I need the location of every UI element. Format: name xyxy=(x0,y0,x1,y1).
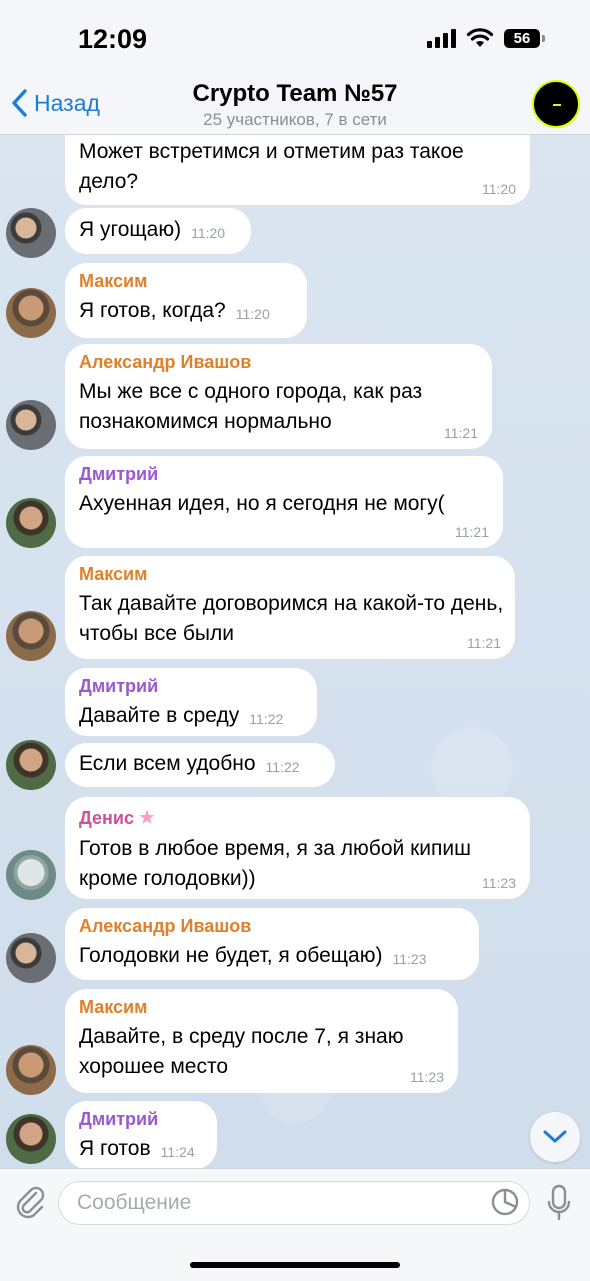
message-bubble[interactable]: Если всем удобно 11:22 xyxy=(65,743,335,787)
chevron-down-icon xyxy=(543,1130,567,1143)
message-text: Готов в любое время, я за любой кипиш кр… xyxy=(79,837,471,890)
battery-icon: 56 xyxy=(504,28,545,48)
message-time: 11:21 xyxy=(444,425,478,441)
message-text: Мы же все с одного города, как раз позна… xyxy=(79,380,423,433)
avatar[interactable] xyxy=(6,933,56,983)
chat-header: 12:09 56 Назад Crypto Team №57 25 участн… xyxy=(0,0,590,135)
sender-name[interactable]: Александр Ивашов xyxy=(79,352,478,373)
sender-name[interactable]: Дмитрий xyxy=(79,676,303,697)
message-bubble[interactable]: Денис ★ Готов в любое время, я за любой к… xyxy=(65,797,530,899)
avatar[interactable] xyxy=(6,208,56,258)
message-text: Давайте, в среду после 7, я знаю хорошее… xyxy=(79,1025,404,1078)
message-time: 11:21 xyxy=(467,635,501,651)
avatar[interactable] xyxy=(6,1045,56,1095)
message-time: 11:23 xyxy=(482,875,516,891)
paperclip-icon[interactable] xyxy=(14,1183,46,1219)
message-time: 11:23 xyxy=(392,951,427,967)
message-time: 11:24 xyxy=(160,1144,195,1160)
message-time: 11:22 xyxy=(265,759,300,775)
message-bubble[interactable]: Может встретимся и отметим раз такое дел… xyxy=(65,131,530,205)
avatar[interactable] xyxy=(6,850,56,900)
scroll-down-button[interactable] xyxy=(530,1112,580,1162)
message-bubble[interactable]: Максим Давайте, в среду после 7, я знаю … xyxy=(65,989,458,1093)
message-bubble[interactable]: Александр Ивашов Мы же все с одного горо… xyxy=(65,344,492,449)
status-time: 12:09 xyxy=(78,24,148,54)
message-text: Я угощаю) xyxy=(79,218,182,241)
avatar[interactable] xyxy=(6,1114,56,1164)
status-icons: 56 xyxy=(427,28,545,48)
message-time: 11:20 xyxy=(482,181,516,197)
microphone-icon[interactable] xyxy=(546,1183,572,1223)
message-text: Голодовки не будет, я обещаю) xyxy=(79,944,383,967)
sender-name[interactable]: Денис ★ xyxy=(79,805,516,830)
message-list: Может встретимся и отметим раз такое дел… xyxy=(0,0,590,1280)
signal-icon xyxy=(427,28,456,48)
sender-name[interactable]: Дмитрий xyxy=(79,464,489,485)
group-avatar[interactable] xyxy=(532,80,580,128)
chat-title: Crypto Team №57 xyxy=(192,80,398,107)
sticker-icon[interactable] xyxy=(490,1187,520,1217)
message-time: 11:20 xyxy=(191,225,226,241)
message-time: 11:22 xyxy=(249,711,284,727)
message-text: Давайте в среду xyxy=(79,704,240,727)
sender-name[interactable]: Дмитрий xyxy=(79,1109,203,1130)
message-bubble[interactable]: Дмитрий Я готов 11:24 xyxy=(65,1101,217,1169)
message-bubble[interactable]: Я угощаю) 11:20 xyxy=(65,208,251,254)
home-indicator xyxy=(190,1262,400,1268)
sender-name[interactable]: Максим xyxy=(79,564,501,585)
message-bubble[interactable]: Дмитрий Давайте в среду 11:22 xyxy=(65,668,317,736)
star-icon: ★ xyxy=(138,807,156,829)
avatar[interactable] xyxy=(6,288,56,338)
message-text: Если всем удобно xyxy=(79,752,256,775)
message-time: 11:21 xyxy=(455,524,489,540)
message-text: Так давайте договоримся на какой-то день… xyxy=(79,592,504,645)
sender-name[interactable]: Максим xyxy=(79,271,293,292)
avatar[interactable] xyxy=(6,400,56,450)
chat-title-block[interactable]: Crypto Team №57 25 участников, 7 в сети xyxy=(0,80,590,130)
message-time: 11:23 xyxy=(410,1069,444,1085)
message-bubble[interactable]: Дмитрий Ахуенная идея, но я сегодня не м… xyxy=(65,456,503,548)
message-bubble[interactable]: Максим Я готов, когда? 11:20 xyxy=(65,263,307,338)
wifi-icon xyxy=(466,28,494,47)
avatar[interactable] xyxy=(6,498,56,548)
sender-name[interactable]: Максим xyxy=(79,997,444,1018)
message-text: Я готов xyxy=(79,1137,151,1160)
message-input[interactable]: Сообщение xyxy=(58,1181,530,1225)
message-bubble[interactable]: Александр Ивашов Голодовки не будет, я о… xyxy=(65,908,479,980)
message-text: Может встретимся и отметим раз такое дел… xyxy=(79,140,464,193)
message-text: Ахуенная идея, но я сегодня не могу( xyxy=(79,492,445,515)
sender-name-text: Денис xyxy=(79,808,135,828)
sender-name[interactable]: Александр Ивашов xyxy=(79,916,465,937)
message-text: Я готов, когда? xyxy=(79,299,226,322)
avatar[interactable] xyxy=(6,611,56,661)
message-time: 11:20 xyxy=(235,306,270,322)
avatar[interactable] xyxy=(6,740,56,790)
message-bubble[interactable]: Максим Так давайте договоримся на какой-… xyxy=(65,556,515,659)
chat-subtitle: 25 участников, 7 в сети xyxy=(203,110,387,129)
